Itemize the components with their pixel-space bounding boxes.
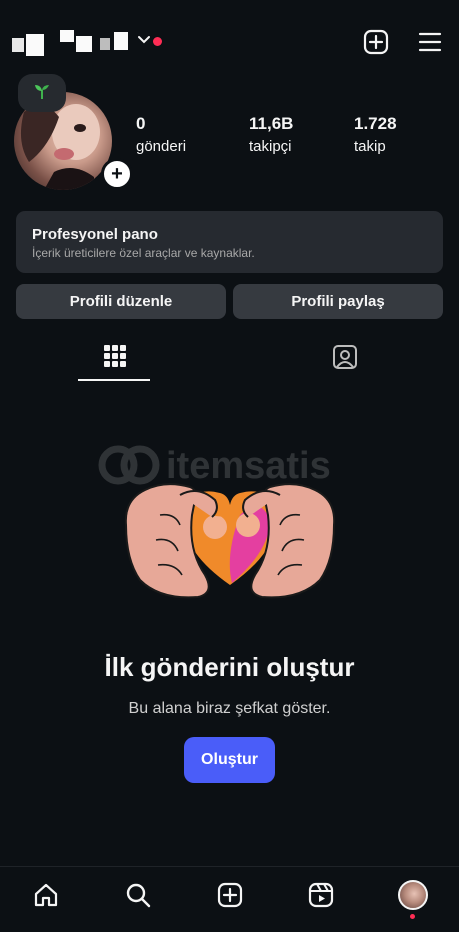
- professional-dashboard-title: Profesyonel pano: [32, 226, 158, 243]
- bottom-navigation: [0, 866, 459, 932]
- top-bar: [0, 0, 459, 84]
- stat-followers[interactable]: 11,6B takipçi: [249, 114, 293, 155]
- profile-avatar-nav[interactable]: [398, 880, 428, 910]
- censored-username-block-5: [100, 38, 110, 50]
- censored-username-block-4: [76, 36, 92, 52]
- grid-icon: [103, 344, 127, 373]
- share-profile-button[interactable]: Profili paylaş: [233, 284, 443, 319]
- sprout-icon: [33, 82, 51, 105]
- stat-followers-value: 11,6B: [249, 114, 294, 133]
- reels-icon[interactable]: [307, 881, 335, 909]
- note-bubble[interactable]: [18, 74, 66, 112]
- tagged-icon: [332, 344, 358, 375]
- censored-username-block-2: [26, 34, 44, 56]
- create-plus-icon[interactable]: [362, 28, 390, 56]
- stat-posts-value: 0: [136, 114, 146, 133]
- notification-dot: [153, 37, 162, 46]
- profile-notification-dot: [410, 914, 415, 919]
- professional-dashboard-subtitle: İçerik üreticilere özel araçlar ve kayna…: [32, 246, 255, 260]
- create-icon[interactable]: [216, 881, 244, 909]
- censored-username-block-1: [12, 38, 24, 52]
- tab-posts-grid[interactable]: [0, 336, 229, 382]
- menu-icon[interactable]: [416, 28, 444, 56]
- stat-followers-label: takipçi: [249, 138, 292, 155]
- stat-posts: 0 gönderi: [136, 114, 186, 155]
- empty-state-title: İlk gönderini oluştur: [104, 652, 355, 682]
- censored-username-block-6: [114, 32, 128, 50]
- edit-profile-button[interactable]: Profili düzenle: [16, 284, 226, 319]
- home-icon[interactable]: [32, 881, 60, 909]
- add-story-button[interactable]: +: [101, 158, 133, 190]
- content-tabs: [0, 336, 459, 382]
- censored-username-block-3: [60, 30, 74, 42]
- create-post-button[interactable]: Oluştur: [184, 737, 275, 783]
- tab-tagged[interactable]: [230, 336, 459, 382]
- search-icon[interactable]: [124, 881, 152, 909]
- username-switcher[interactable]: [12, 30, 130, 56]
- chevron-down-icon[interactable]: [137, 33, 151, 47]
- stat-following-label: takip: [354, 138, 386, 155]
- heart-hands-illustration: [120, 455, 340, 605]
- stat-posts-label: gönderi: [136, 138, 187, 155]
- stat-following[interactable]: 1.728 takip: [354, 114, 397, 155]
- professional-dashboard-card[interactable]: Profesyonel pano İçerik üreticilere özel…: [16, 211, 443, 273]
- empty-state-subtitle: Bu alana biraz şefkat göster.: [128, 700, 331, 717]
- active-tab-indicator: [78, 379, 150, 381]
- stat-following-value: 1.728: [354, 114, 397, 133]
